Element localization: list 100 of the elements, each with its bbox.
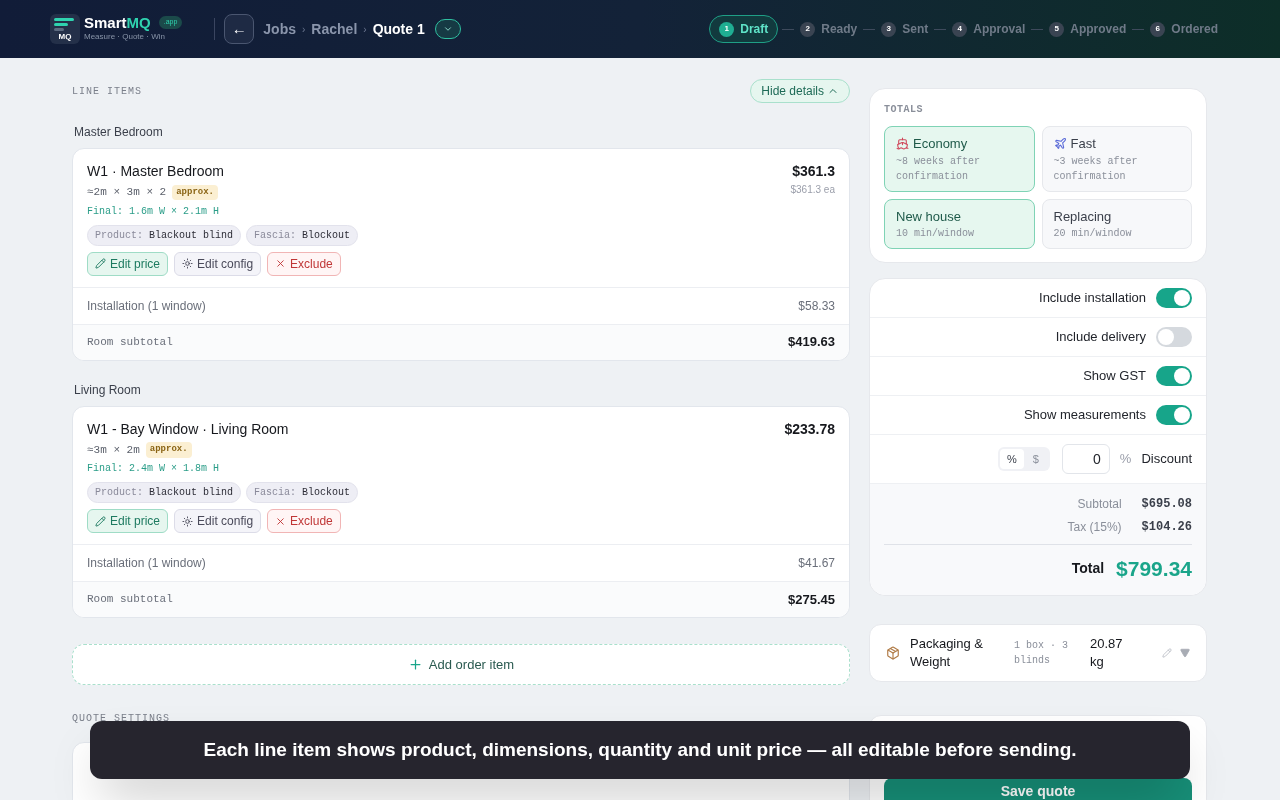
toggle-switch[interactable] [1156,288,1192,308]
room-subtotal: $275.45 [788,590,835,609]
mode-option[interactable]: % [999,449,1024,469]
ship-icon [896,137,909,151]
separator-icon: › [363,21,367,37]
item-dimensions: ≈2m × 3m × 2 [87,185,167,200]
item-title: W1 - Bay Window · Living Room [87,419,290,439]
exclude-button[interactable]: Exclude [267,251,341,276]
approx-badge: approx. [172,184,219,200]
product-tag: Product: Blackout blind [87,224,242,246]
edit-config-button[interactable]: Edit config [174,251,262,276]
step[interactable]: 4 Approval [950,16,1028,42]
option-title: Replacing [1053,207,1112,226]
logo-icon: MQ [50,14,80,44]
option-card[interactable]: Economy ~8 weeks after confirmation [884,126,1035,192]
step[interactable]: 6 Ordered [1148,16,1220,42]
unit-price: $361.3 ea [790,183,835,197]
caret-icon [442,24,453,34]
toggle-label: Include delivery [1055,328,1146,347]
option-subtitle: 10 min/window [896,227,975,241]
edit-price-button[interactable]: Edit price [87,251,169,276]
final-size: Final: 2.4m W × 1.8m H [87,462,221,476]
add-item-button[interactable]: Add order item [72,644,850,685]
caret-icon [1180,647,1190,658]
room-name: Master Bedroom [74,124,164,141]
option-card[interactable]: New house 10 min/window [884,198,1035,249]
step-label: Sent [902,21,929,38]
packaging-detail: 1 box · 3 blinds [1014,638,1069,668]
step[interactable]: 5 Approved [1047,16,1129,42]
toggle-switch[interactable] [1156,405,1192,425]
discount-label: Discount [1141,450,1192,469]
toggle-switch[interactable] [1156,327,1192,347]
dropdown-button[interactable] [434,19,461,39]
approx-badge: approx. [145,442,192,458]
option-card[interactable]: Fast ~3 weeks after confirmation [1041,126,1192,192]
step-label: Approved [1070,21,1127,38]
pencil-icon [95,258,106,269]
separator-icon: › [302,21,306,37]
option-card[interactable]: Replacing 20 min/window [1041,198,1192,249]
step-number: 3 [881,21,897,37]
edit-config-button[interactable]: Edit config [174,509,262,533]
close-icon [275,258,287,269]
save-button[interactable]: Save quote [884,777,1192,800]
step[interactable]: 3 Sent [879,16,931,42]
item-price: $233.78 [784,419,835,439]
toggle-label: Show GST [1083,367,1146,386]
step-number: 6 [1150,21,1166,37]
edit-price-button[interactable]: Edit price [87,509,169,533]
close-icon [275,515,287,527]
back-button[interactable]: ← [224,14,255,44]
step[interactable]: 2 Ready [798,16,860,42]
exclude-button[interactable]: Exclude [267,509,341,533]
packaging-title: Packaging & Weight [910,634,984,671]
discount-input[interactable]: 0 [1061,444,1110,474]
total-label: Total [1071,559,1105,579]
tagline: Measure · Quote · Win [84,31,166,43]
toggle-switch[interactable] [1156,366,1192,386]
logo-text: SmartMQ [84,15,151,30]
step-label: Ready [821,21,858,38]
installation-amount: $58.33 [798,297,835,315]
packaging-weight: 20.87 kg [1090,634,1124,671]
step-number: 2 [800,21,816,37]
product-tag: Fascia: Blockout [246,224,359,246]
step-label: Approval [973,21,1026,38]
installation-amount: $41.67 [798,555,835,572]
breadcrumb[interactable]: Rachel [311,18,358,40]
option-subtitle: 20 min/window [1053,227,1133,241]
section-heading: QUOTE SETTINGS [72,712,171,726]
section-heading: TOTALS [884,103,924,117]
step-number: 1 [719,21,735,37]
section-heading: LINE ITEMS [72,84,142,99]
room-name: Living Room [74,381,142,399]
hide-details-button[interactable]: Hide details [750,79,850,103]
subtotal-label: Room subtotal [87,592,173,608]
option-title: Fast [1070,135,1096,153]
discount-unit: % [1119,450,1132,469]
summary-amount: $695.08 [1141,495,1192,513]
product-tag: Fascia: Blockout [246,482,359,503]
subtotal-label: Room subtotal [87,334,173,350]
option-title: Economy [913,135,968,153]
step[interactable]: 1 Draft [709,15,779,43]
toggle-label: Include installation [1039,289,1146,308]
installation-label: Installation (1 window) [87,555,206,572]
toast-message: Each line item shows product, dimensions, quantity and unit price — all editable before sending. [203,737,1077,762]
plane-icon [1053,137,1067,151]
item-price: $361.3 [792,162,835,181]
step-label: Ordered [1171,21,1218,38]
installation-label: Installation (1 window) [87,297,206,315]
pencil-icon [1162,647,1172,658]
summary-label: Subtotal [1077,495,1122,513]
option-title: New house [896,207,962,226]
step-number: 5 [1049,21,1065,37]
breadcrumb[interactable]: Jobs [263,18,296,40]
toggle-label: Show measurements [1023,406,1146,425]
sun-icon [182,258,194,269]
breadcrumb: Quote 1 [372,19,425,39]
room-subtotal: $419.63 [788,333,835,352]
summary-label: Tax (15%) [1067,518,1122,536]
final-size: Final: 1.6m W × 2.1m H [87,204,221,219]
sun-icon [182,515,194,527]
